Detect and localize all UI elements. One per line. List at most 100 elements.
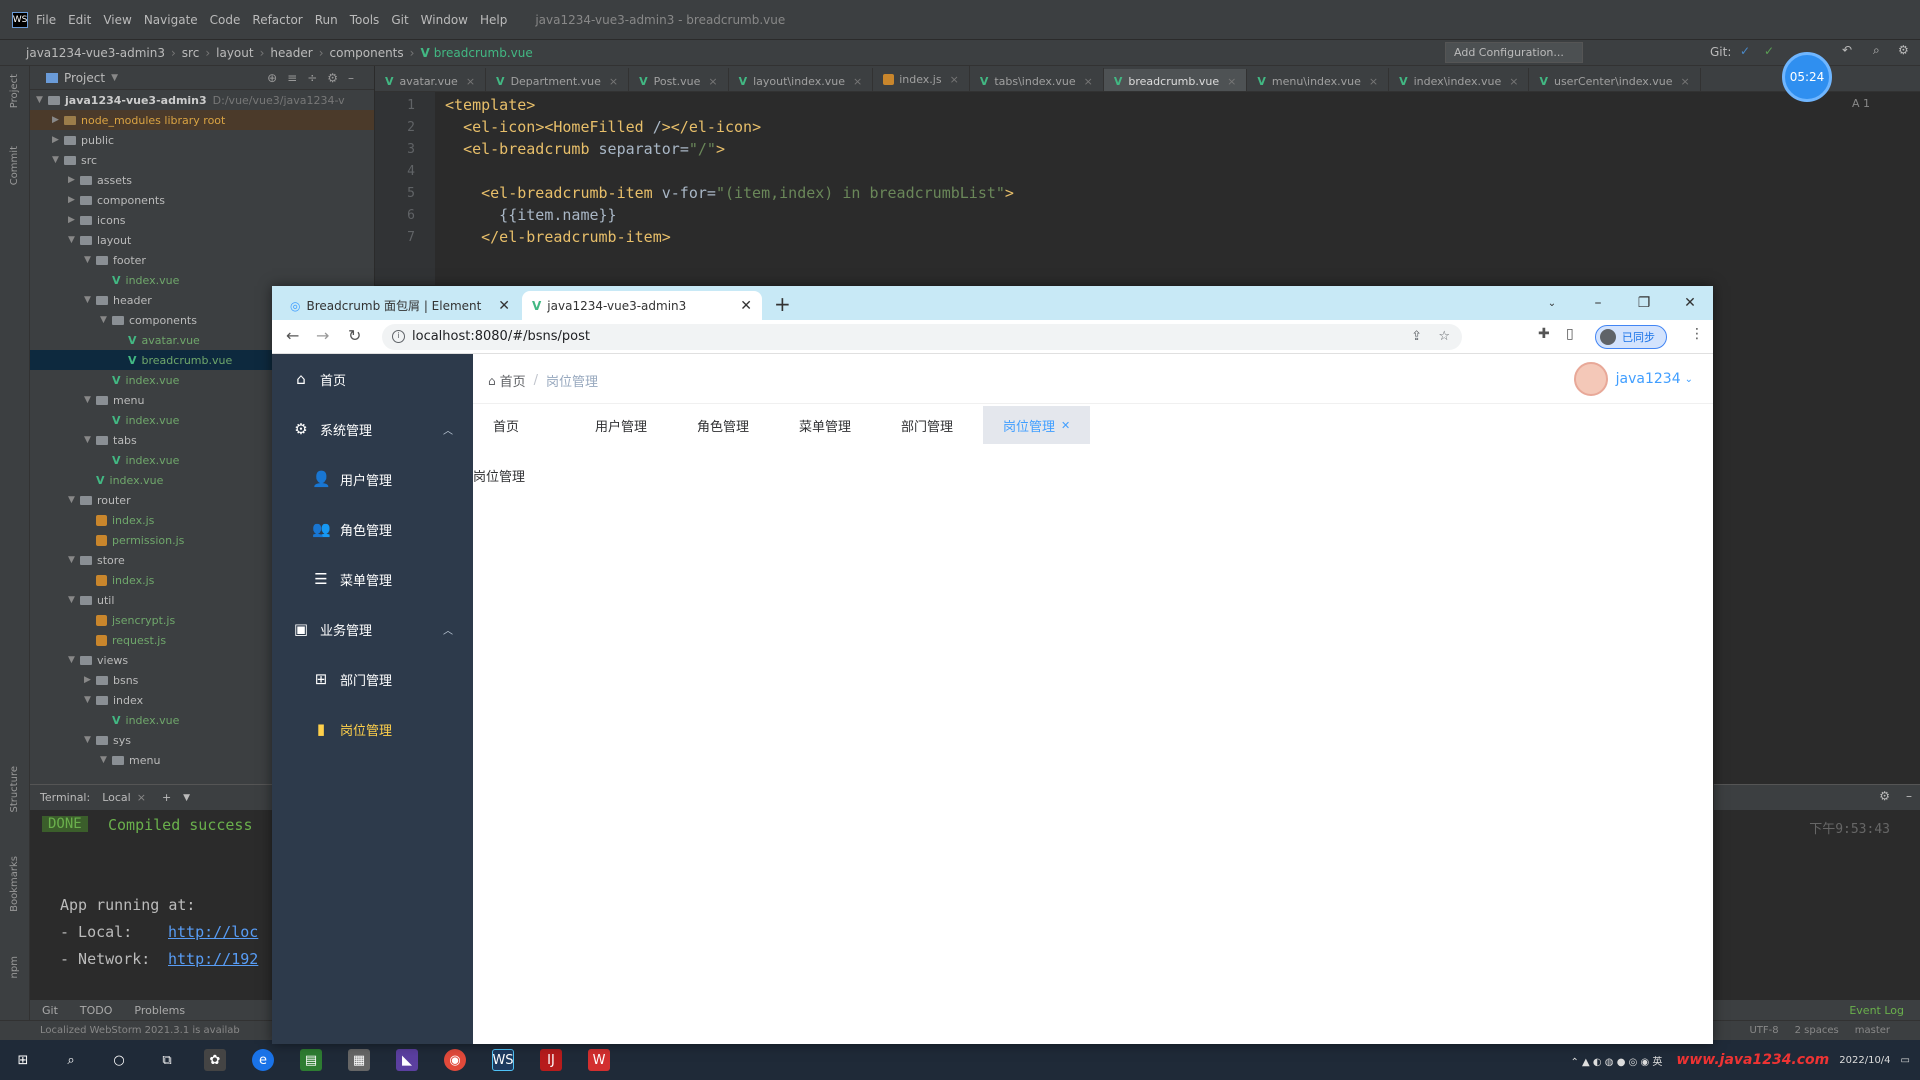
path-segment[interactable]: layout <box>216 46 253 60</box>
new-tab-button[interactable]: + <box>774 292 791 316</box>
menu-file[interactable]: File <box>36 13 56 27</box>
browser-tab-element[interactable]: ◎ Breadcrumb 面包屑 | Element ✕ <box>280 291 520 320</box>
page-tab[interactable]: 首页 <box>473 406 539 444</box>
user-menu[interactable]: java1234 ⌄ <box>1573 362 1693 396</box>
path-file[interactable]: breadcrumb.vue <box>434 46 533 60</box>
profile-sync-button[interactable]: 已同步 <box>1595 325 1667 349</box>
menu-item[interactable]: ▣ 业务管理 ︿ <box>272 604 473 654</box>
inspection-warning-badge[interactable]: A 1 <box>1852 97 1870 110</box>
file-explorer-icon[interactable]: ▦ <box>348 1049 370 1071</box>
close-icon[interactable]: × <box>137 791 146 804</box>
terminal-tab-local[interactable]: Local <box>102 791 131 804</box>
site-info-icon[interactable]: i <box>392 330 405 343</box>
git-update-icon[interactable]: ✓ <box>1740 44 1750 58</box>
tree-folder[interactable]: ▶ public <box>30 130 374 150</box>
close-icon[interactable]: ✕ <box>740 298 752 314</box>
event-log-tool[interactable]: Event Log <box>1849 1004 1904 1017</box>
page-tab[interactable]: 岗位管理 ✕ <box>983 406 1091 444</box>
status-git-branch[interactable]: master <box>1855 1025 1890 1036</box>
cortana-icon[interactable]: ○ <box>108 1049 130 1071</box>
intellij-icon[interactable]: IJ <box>540 1049 562 1071</box>
code-line[interactable]: <el-breadcrumb-item v-for="(item,index) … <box>445 184 1014 202</box>
status-indent[interactable]: 2 spaces <box>1795 1025 1839 1036</box>
add-terminal-icon[interactable]: + <box>162 791 171 804</box>
tree-folder[interactable]: ▶ assets <box>30 170 374 190</box>
menu-item[interactable]: ☰ 菜单管理 <box>272 554 473 604</box>
windows-start-icon[interactable]: ⊞ <box>12 1049 34 1071</box>
network-url-link[interactable]: http://192 <box>168 950 258 968</box>
add-configuration-button[interactable]: Add Configuration... <box>1445 42 1583 63</box>
editor-tab[interactable]: V Department.vue × <box>486 68 630 91</box>
commit-tool-label[interactable]: Commit <box>9 146 20 185</box>
url-input[interactable]: i localhost:8080/#/bsns/post ⇪ ☆ <box>382 324 1462 350</box>
close-icon[interactable]: × <box>466 75 475 88</box>
path-segment[interactable]: java1234-vue3-admin3 <box>26 46 165 60</box>
close-icon[interactable]: ✕ <box>498 298 510 314</box>
path-segment[interactable]: src <box>182 46 200 60</box>
code-line[interactable]: {{item.name}} <box>445 206 616 224</box>
tree-node-modules[interactable]: ▶ node_modules library root <box>30 110 374 130</box>
editor-tab[interactable]: Vlayout\index.vue × <box>729 68 874 91</box>
reload-icon[interactable]: ↻ <box>348 326 361 345</box>
project-tool-label[interactable]: Project <box>9 74 20 108</box>
local-url-link[interactable]: http://loc <box>168 923 258 941</box>
close-icon[interactable]: × <box>609 75 618 88</box>
terminal-settings-icon[interactable]: ⚙ <box>1879 789 1890 803</box>
search-icon[interactable]: ⌕ <box>1873 43 1880 58</box>
menu-help[interactable]: Help <box>480 13 507 27</box>
breadcrumb-home[interactable]: 首页 <box>500 371 526 390</box>
menu-item[interactable]: ⚙ 系统管理 ︿ <box>272 404 473 454</box>
task-view-icon[interactable]: ⧉ <box>156 1049 178 1071</box>
page-tab[interactable]: 菜单管理 <box>779 406 871 444</box>
share-icon[interactable]: ⇪ <box>1411 324 1422 350</box>
menu-item[interactable]: 👤 用户管理 <box>272 454 473 504</box>
menu-window[interactable]: Window <box>421 13 468 27</box>
chevron-down-icon[interactable]: ▼ <box>111 73 118 83</box>
close-icon[interactable]: × <box>1227 75 1236 88</box>
structure-tool-label[interactable]: Structure <box>9 766 20 813</box>
settings-gear-icon[interactable]: ⚙ <box>1898 43 1909 57</box>
browser-tab-app[interactable]: V java1234-vue3-admin3 ✕ <box>522 291 762 320</box>
vs-icon[interactable]: ◣ <box>396 1049 418 1071</box>
menu-item[interactable]: ⊞ 部门管理 <box>272 654 473 704</box>
close-icon[interactable]: × <box>1681 75 1690 88</box>
close-icon[interactable]: × <box>950 73 959 86</box>
tab-search-icon[interactable]: ⌄ <box>1529 298 1575 309</box>
menu-item[interactable]: ⌂ 首页 <box>272 354 473 404</box>
tree-folder[interactable]: ▼ layout <box>30 230 374 250</box>
editor-tab[interactable]: index.js × <box>873 66 970 91</box>
close-icon[interactable]: × <box>1369 75 1378 88</box>
tray-icons[interactable]: ⌃ ▲ ◐ ◍ ● ◎ ◉ 英 <box>1570 1053 1662 1068</box>
page-tab[interactable]: 部门管理 <box>881 406 973 444</box>
git-commit-icon[interactable]: ✓ <box>1764 44 1774 58</box>
webstorm-icon[interactable]: WS <box>492 1049 514 1071</box>
menu-git[interactable]: Git <box>391 13 408 27</box>
wps-icon[interactable]: W <box>588 1049 610 1071</box>
status-message[interactable]: Localized WebStorm 2021.3.1 is availab <box>40 1025 240 1036</box>
page-tab[interactable]: 用户管理 <box>575 406 667 444</box>
editor-tab[interactable]: Vmenu\index.vue × <box>1247 68 1390 91</box>
editor-tab[interactable]: Vtabs\index.vue × <box>970 68 1104 91</box>
path-segment[interactable]: components <box>330 46 404 60</box>
edge-icon[interactable]: e <box>252 1049 274 1071</box>
panel-actions-icon[interactable]: ⊕≡÷⚙– <box>267 71 364 85</box>
editor-tab[interactable]: Vindex\index.vue × <box>1389 68 1530 91</box>
menu-tools[interactable]: Tools <box>350 13 380 27</box>
close-icon[interactable]: ✕ <box>1061 419 1070 432</box>
tree-root[interactable]: ▼ java1234-vue3-admin3 D:/vue/vue3/java1… <box>30 90 374 110</box>
editor-tab[interactable]: VuserCenter\index.vue × <box>1529 68 1701 91</box>
notepad-icon[interactable]: ▤ <box>300 1049 322 1071</box>
close-icon[interactable]: × <box>853 75 862 88</box>
code-line[interactable]: </el-breadcrumb-item> <box>445 228 671 246</box>
editor-tab[interactable]: V Post.vue × <box>629 68 729 91</box>
status-encoding[interactable]: UTF-8 <box>1749 1025 1778 1036</box>
menu-item[interactable]: 👥 角色管理 <box>272 504 473 554</box>
editor-tab[interactable]: Vavatar.vue × <box>375 68 487 91</box>
close-icon[interactable]: × <box>1509 75 1518 88</box>
npm-tool-label[interactable]: npm <box>9 956 20 978</box>
tree-folder[interactable]: ▼ src <box>30 150 374 170</box>
code-line[interactable]: <el-breadcrumb separator="/"> <box>445 140 725 158</box>
app-icon[interactable]: ✿ <box>204 1049 226 1071</box>
close-window-button[interactable]: ✕ <box>1667 295 1713 311</box>
menu-refactor[interactable]: Refactor <box>252 13 302 27</box>
